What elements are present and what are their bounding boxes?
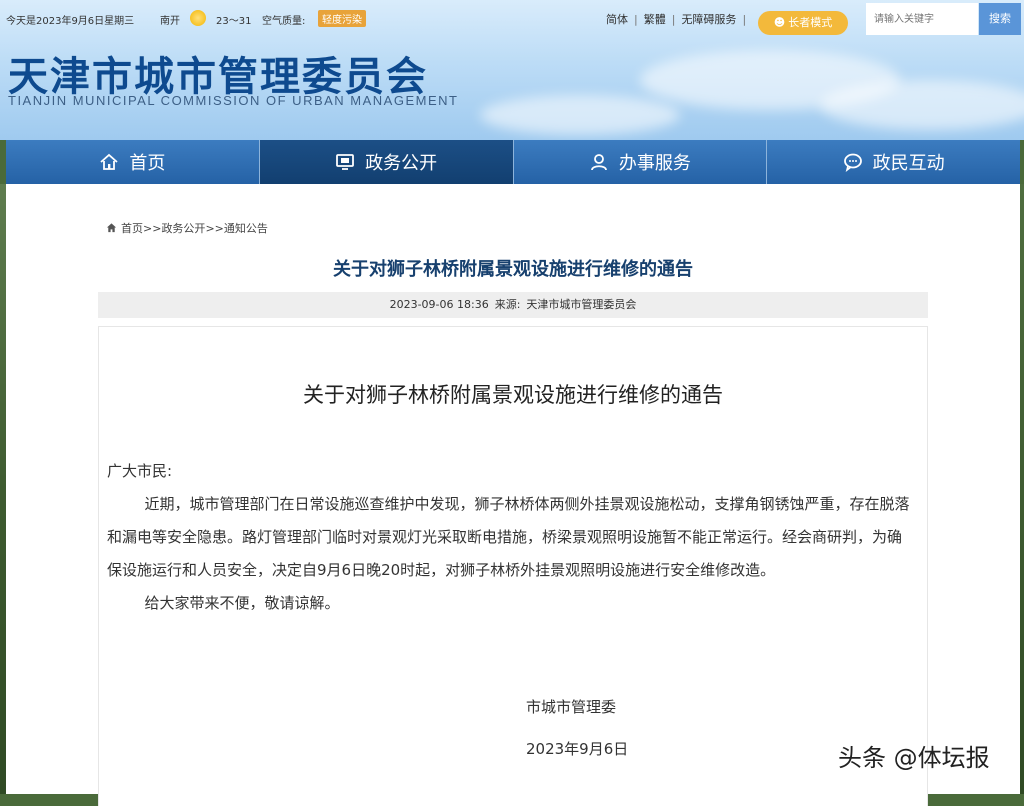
salutation: 广大市民:: [107, 462, 173, 480]
nav-item-label: 办事服务: [618, 153, 691, 174]
elder-mode-label: 长者模式: [788, 16, 833, 29]
page-title: 关于对狮子林桥附属景观设施进行维修的通告: [333, 259, 693, 280]
traditional-link[interactable]: 繁體: [644, 13, 666, 26]
user-icon: [590, 154, 607, 171]
nav-item-services[interactable]: 办事服务: [513, 140, 768, 184]
site-subtitle: TIANJIN MUNICIPAL COMMISSION OF URBAN MA…: [8, 93, 459, 108]
elder-icon: ☻: [773, 16, 786, 29]
air-quality-label: 空气质量:: [262, 16, 306, 27]
source-name: 天津市城市管理委员会: [526, 298, 637, 311]
monitor-icon: [336, 154, 355, 170]
signature: 市城市管理委: [526, 698, 617, 716]
document-body: 关于对狮子林桥附属景观设施进行维修的通告 广大市民: 近期，城市管理部门在日常设…: [98, 326, 928, 806]
nav-item-label: 首页: [129, 153, 166, 174]
publish-datetime: 2023-09-06 18:36: [389, 298, 489, 311]
home-icon: [100, 153, 118, 170]
breadcrumb-separator: >>: [143, 222, 162, 235]
breadcrumb-home[interactable]: 首页: [121, 222, 143, 235]
site-header: 今天是2023年9月6日星期三 南开 23～31 空气质量: 轻度污染 简体 | 繁…: [0, 0, 1024, 140]
search-button[interactable]: 搜索: [979, 3, 1021, 35]
breadcrumb-notices[interactable]: 通知公告: [224, 222, 268, 235]
paragraph: 给大家带来不便，敬请谅解。: [144, 594, 340, 612]
nav-item-label: 政民互动: [872, 153, 945, 174]
watermark: 头条 @体坛报: [838, 744, 990, 772]
chat-icon: [843, 153, 862, 172]
breadcrumb-separator: >>: [205, 222, 224, 235]
accessibility-link[interactable]: 无障碍服务: [681, 13, 736, 26]
breadcrumb-gov-affairs[interactable]: 政务公开: [161, 222, 205, 235]
breadcrumb: 首页>>政务公开>>通知公告: [106, 220, 268, 236]
main-content: 首页>>政务公开>>通知公告 关于对狮子林桥附属景观设施进行维修的通告 2023…: [6, 184, 1020, 806]
air-quality-badge: 轻度污染: [318, 10, 366, 27]
nav-item-gov-affairs[interactable]: 政务公开: [259, 140, 514, 184]
background-photo-right: [1020, 184, 1024, 794]
nav-item-interaction[interactable]: 政民互动: [767, 140, 1020, 184]
header-cloud: [480, 95, 680, 135]
article-meta: 2023-09-06 18:36 来源: 天津市城市管理委员会: [98, 292, 928, 318]
source-label: 来源:: [494, 298, 521, 311]
main-nav: 首页 政务公开 办事服务 政民互动: [6, 140, 1020, 184]
divider: |: [634, 13, 638, 26]
weather-city: 南开: [160, 16, 180, 27]
header-cloud: [820, 80, 1024, 130]
nav-item-label: 政务公开: [365, 153, 438, 174]
temperature: 23～31: [216, 16, 252, 27]
paragraph: 近期，城市管理部门在日常设施巡查维护中发现，狮子林桥体两侧外挂景观设施松动，支撑…: [107, 495, 910, 579]
divider: |: [742, 13, 747, 26]
search-input[interactable]: [866, 3, 978, 35]
date-text: 今天是2023年9月6日星期三: [6, 16, 135, 27]
nav-item-home[interactable]: 首页: [6, 140, 260, 184]
document-title: 关于对狮子林桥附属景观设施进行维修的通告: [303, 383, 723, 407]
simplified-link[interactable]: 简体: [606, 13, 628, 26]
home-icon: [106, 223, 117, 233]
top-links: 简体 | 繁體 | 无障碍服务 |: [606, 11, 752, 27]
document-text: 广大市民: 近期，城市管理部门在日常设施巡查维护中发现，狮子林桥体两侧外挂景观设…: [107, 455, 913, 620]
signature-date: 2023年9月6日: [526, 740, 629, 758]
divider: |: [671, 13, 676, 26]
sun-icon: [190, 10, 206, 26]
elder-mode-button[interactable]: ☻ 长者模式: [758, 11, 848, 35]
